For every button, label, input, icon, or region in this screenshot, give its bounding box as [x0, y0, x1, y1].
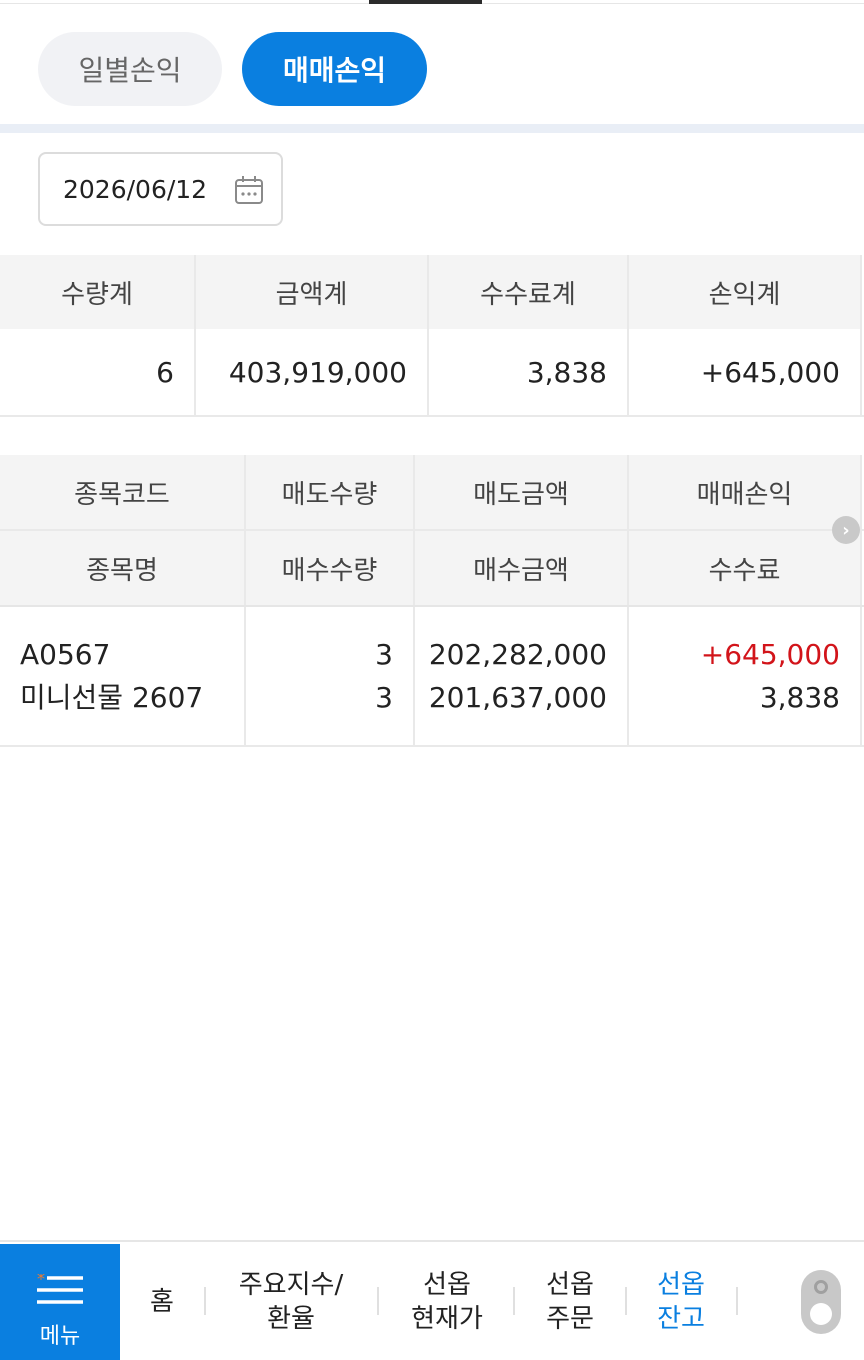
calendar-icon [235, 176, 263, 204]
nav-price-line1: 선옵 [423, 1270, 471, 1300]
pnl-cell: +645,000 3,838 [629, 607, 862, 745]
nav-price-line2: 현재가 [411, 1304, 483, 1334]
nav-divider [204, 1287, 206, 1315]
nav-options-order[interactable]: 선옵 주문 [535, 1268, 605, 1336]
summary-header-qty: 수량계 [0, 255, 196, 329]
scroll-right-icon[interactable]: › [832, 516, 860, 544]
table-row[interactable]: A0567 미니선물 2607 3 3 202,282,000 201,637,… [0, 605, 864, 747]
toggle-dot-bottom [810, 1303, 832, 1325]
summary-header-fee: 수수료계 [429, 255, 629, 329]
summary-header-pnl: 손익계 [629, 255, 862, 329]
nav-divider [736, 1287, 738, 1315]
nav-home-label: 홈 [150, 1287, 174, 1317]
summary-total-pnl: +645,000 [629, 329, 862, 415]
instrument-name: 미니선물 2607 [20, 681, 204, 714]
tab-daily-pnl[interactable]: 일별손익 [38, 32, 222, 106]
header-fee: 수수료 [629, 531, 862, 605]
date-value: 2026/06/12 [63, 174, 208, 204]
summary-table: 수량계 금액계 수수료계 손익계 6 403,919,000 3,838 +64… [0, 255, 864, 417]
detail-header-row-2: 종목명 매수수량 매수금액 수수료 [0, 531, 864, 605]
menu-button[interactable]: * 메뉴 [0, 1244, 120, 1360]
tab-trade-pnl[interactable]: 매매손익 [242, 32, 427, 106]
sell-qty: 3 [375, 638, 393, 671]
nav-options-price[interactable]: 선옵 현재가 [402, 1268, 492, 1336]
nav-balance-line1: 선옵 [657, 1270, 705, 1300]
amount-cell: 202,282,000 201,637,000 [415, 607, 629, 745]
nav-divider [377, 1287, 379, 1315]
nav-indices-fx[interactable]: 주요지수/ 환율 [226, 1268, 356, 1336]
hamburger-icon: * [37, 1274, 83, 1304]
sell-amount: 202,282,000 [428, 638, 607, 671]
buy-qty: 3 [375, 681, 393, 714]
instrument-cell: A0567 미니선물 2607 [0, 607, 246, 745]
summary-header-row: 수량계 금액계 수수료계 손익계 [0, 255, 864, 329]
toggle-icon[interactable] [801, 1270, 841, 1334]
nav-indices-line2: 환율 [267, 1304, 315, 1334]
nav-order-line2: 주문 [546, 1304, 594, 1334]
summary-total-amount: 403,919,000 [196, 329, 429, 415]
nav-divider [625, 1287, 627, 1315]
detail-header-row-1: 종목코드 매도수량 매도금액 매매손익 [0, 455, 864, 531]
date-picker[interactable]: 2026/06/12 [38, 152, 283, 226]
summary-value-row: 6 403,919,000 3,838 +645,000 [0, 329, 864, 417]
header-code: 종목코드 [0, 455, 246, 529]
instrument-code: A0567 [20, 638, 111, 671]
qty-cell: 3 3 [246, 607, 415, 745]
menu-label: 메뉴 [39, 1324, 81, 1349]
header-trade-pnl: 매매손익 [629, 455, 862, 529]
toggle-dot-top [814, 1280, 828, 1294]
nav-order-line1: 선옵 [546, 1270, 594, 1300]
nav-balance-line2: 잔고 [657, 1304, 705, 1334]
header-sell-amount: 매도금액 [415, 455, 629, 529]
header-name: 종목명 [0, 531, 246, 605]
nav-indices-line1: 주요지수/ [238, 1270, 344, 1300]
header-buy-qty: 매수수량 [246, 531, 415, 605]
trade-pnl: +645,000 [700, 638, 840, 671]
summary-total-qty: 6 [0, 329, 196, 415]
pnl-tabs: 일별손익 매매손익 [38, 32, 427, 106]
summary-total-fee: 3,838 [429, 329, 629, 415]
buy-amount: 201,637,000 [428, 681, 607, 714]
summary-header-amount: 금액계 [196, 255, 429, 329]
trade-fee: 3,838 [759, 681, 840, 714]
svg-text:*: * [37, 1274, 45, 1288]
nav-home[interactable]: 홈 [146, 1285, 178, 1319]
nav-divider [513, 1287, 515, 1315]
bottom-navigation: * 메뉴 홈 주요지수/ 환율 선옵 현재가 선옵 주문 선옵 잔고 [0, 1240, 864, 1360]
header-sell-qty: 매도수량 [246, 455, 415, 529]
trade-detail-table: 종목코드 매도수량 매도금액 매매손익 종목명 매수수량 매수금액 수수료 A0… [0, 455, 864, 747]
header-buy-amount: 매수금액 [415, 531, 629, 605]
top-tab-indicator [369, 0, 482, 4]
section-separator [0, 124, 864, 133]
nav-options-balance[interactable]: 선옵 잔고 [646, 1268, 716, 1336]
